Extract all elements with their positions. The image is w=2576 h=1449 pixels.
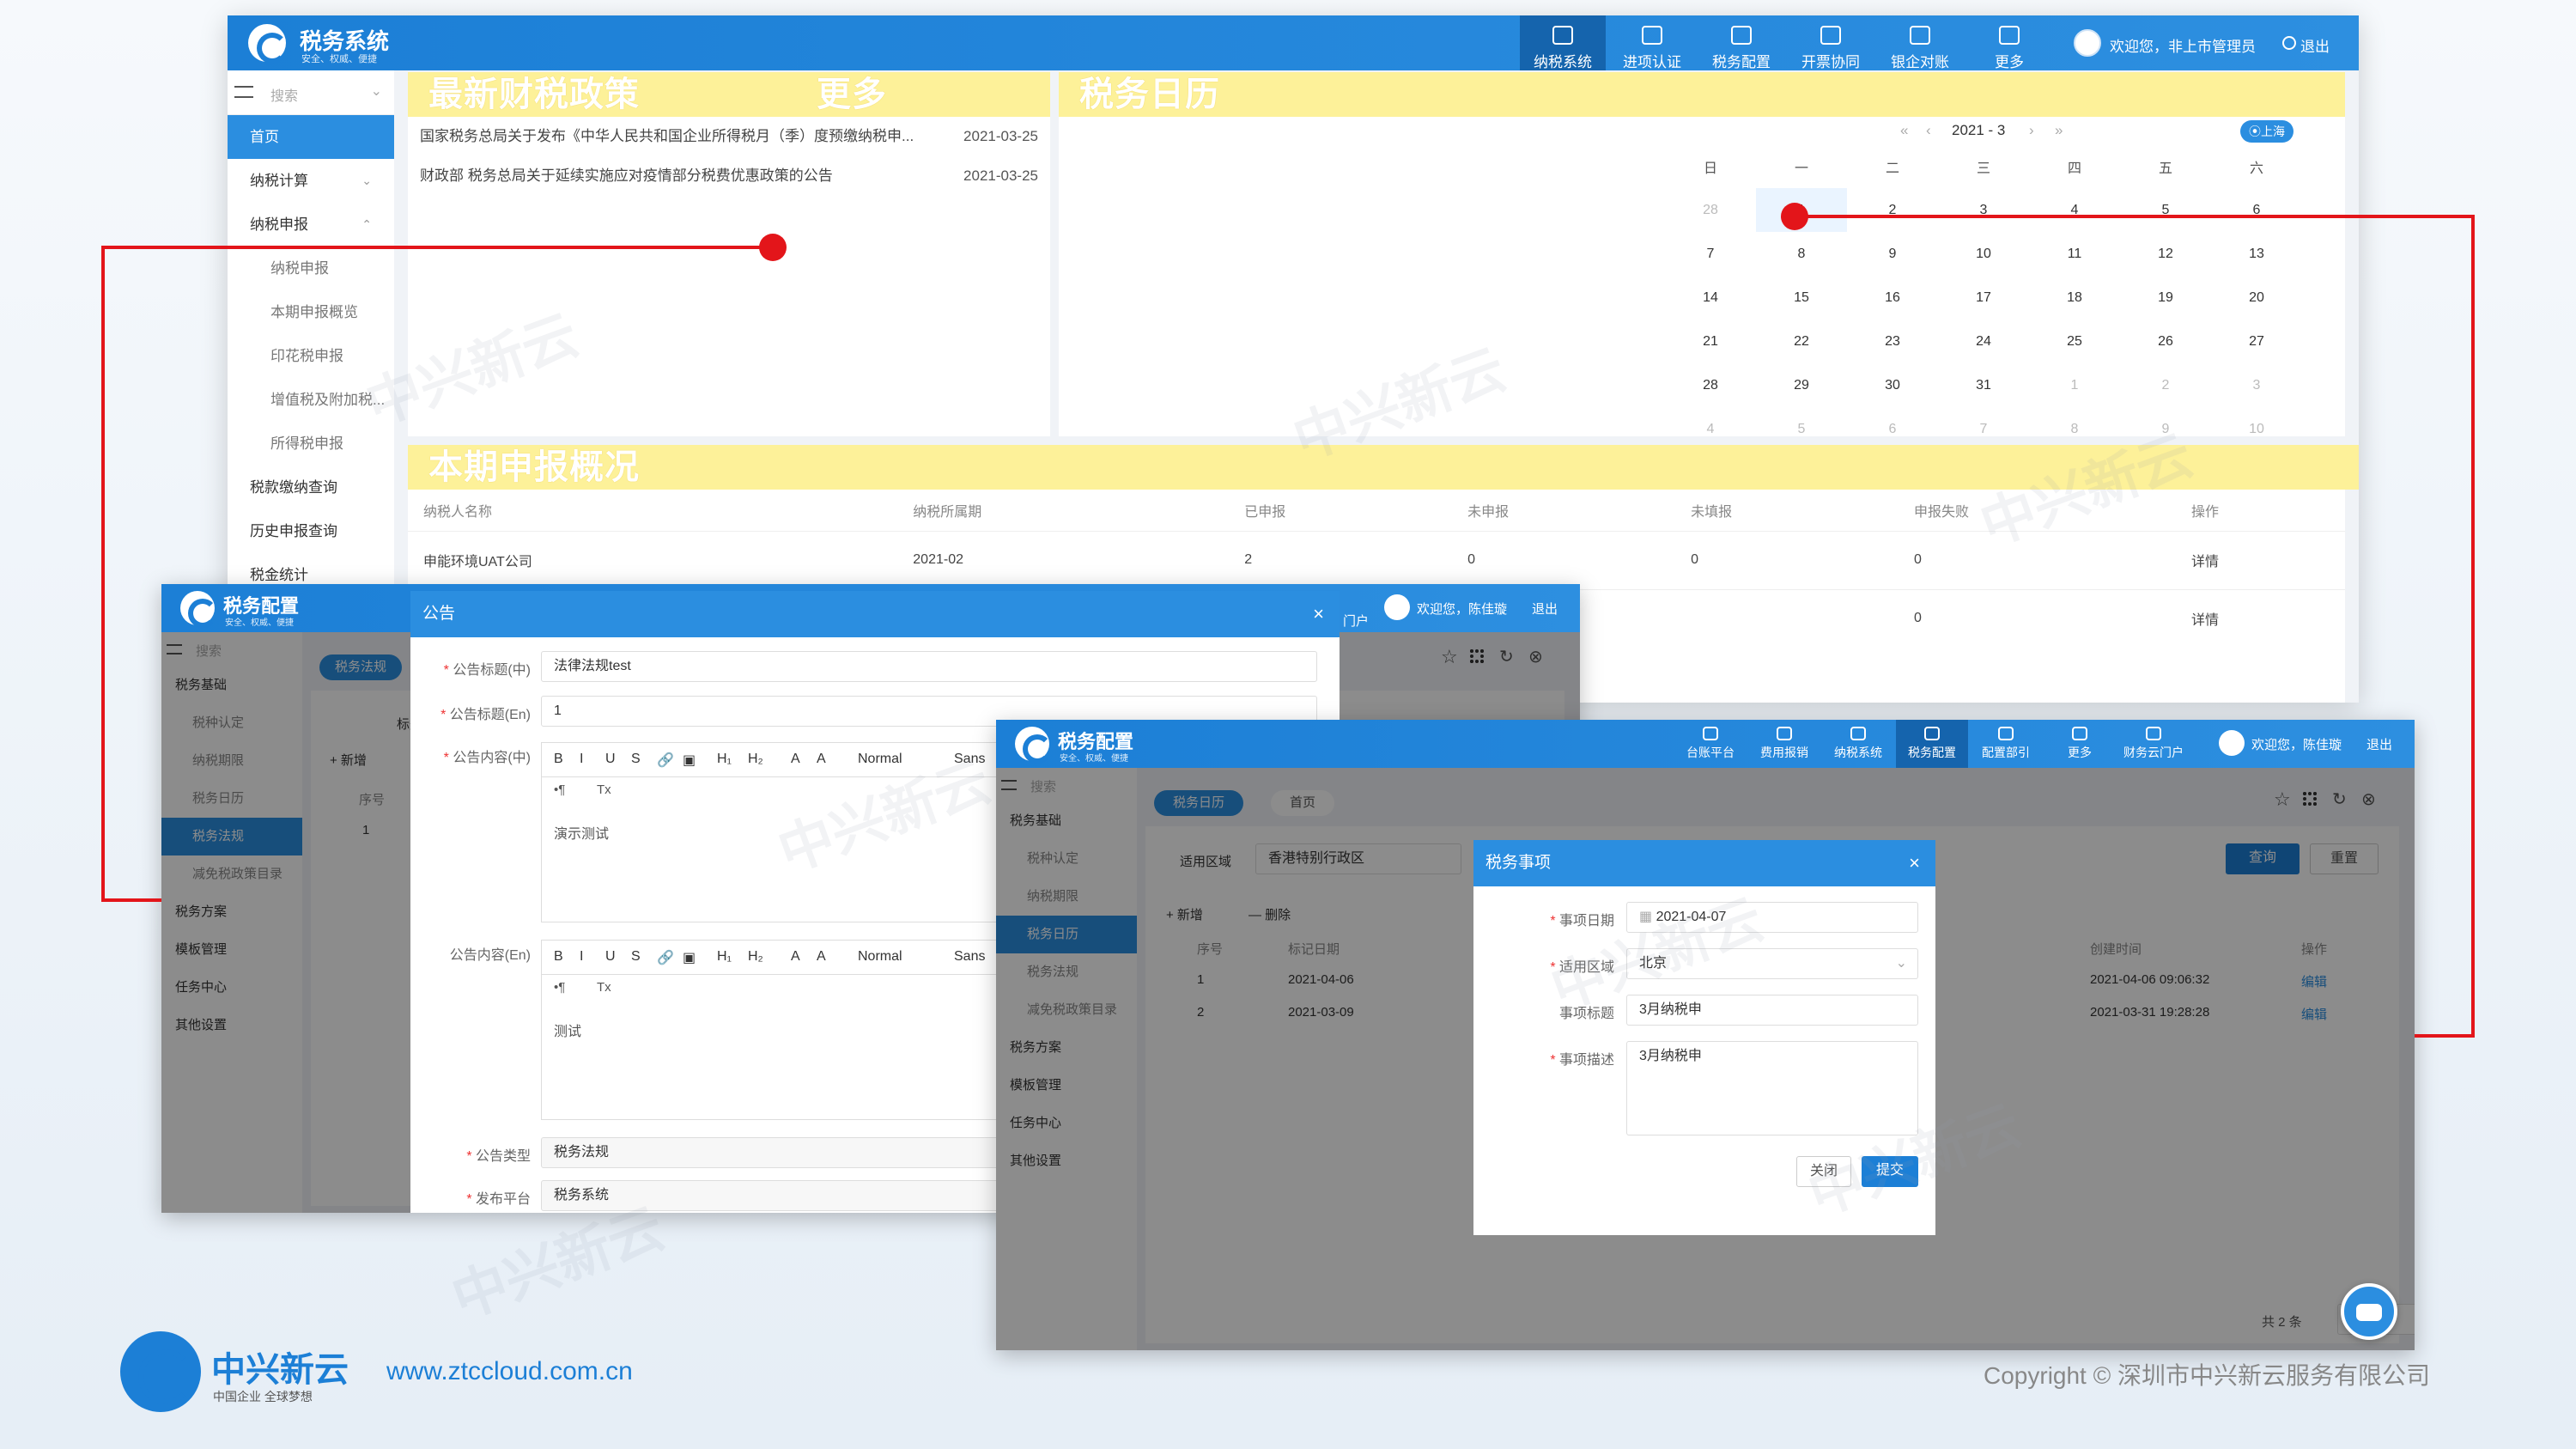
footer-logo — [120, 1331, 201, 1412]
callout-line-right — [1795, 215, 2475, 1038]
footer-brand: 中兴新云 — [211, 1351, 349, 1389]
callout-line-left — [101, 246, 773, 902]
callout-lines — [101, 203, 2475, 1038]
callout-dot-right — [1781, 203, 1808, 230]
footer-copyright: Copyright © 深圳市中兴新云服务有限公司 — [1984, 1362, 2431, 1389]
footer-tagline: 中国企业 全球梦想 — [213, 1390, 313, 1403]
brand-logo-icon — [120, 1331, 201, 1412]
callout-dot-left — [759, 234, 787, 261]
footer-url[interactable]: www.ztccloud.com.cn — [386, 1357, 633, 1386]
